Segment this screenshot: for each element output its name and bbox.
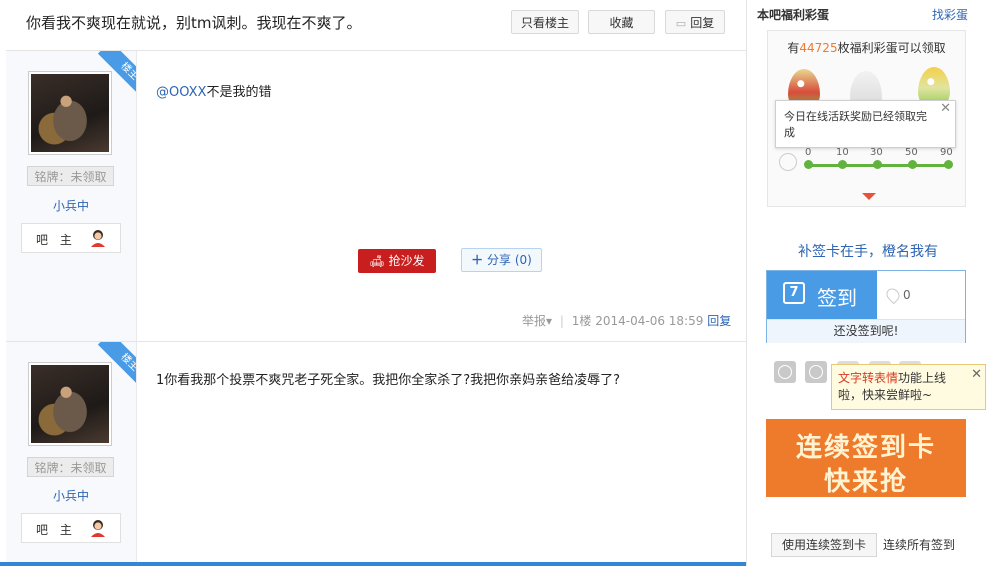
post-floor-1: 楼主 铭牌：未领取 小兵中 吧 主 @OOXX不是我的错 🛋 抢沙发 ＋ 分享 …	[6, 51, 746, 342]
avatar-image	[31, 365, 109, 443]
author-panel: 楼主 铭牌：未领取 小兵中 吧 主	[6, 342, 137, 566]
milestone-dot	[908, 160, 917, 169]
post-time: 2014-04-06 18:59	[595, 314, 704, 328]
find-egg-link[interactable]: 找彩蛋	[932, 6, 968, 23]
post-meta: 举报▾ | 1楼 2014-04-06 18:59 回复	[522, 312, 731, 329]
expand-arrow-icon[interactable]	[862, 193, 876, 200]
sofa-label: 抢沙发	[388, 254, 425, 268]
sign-card-banner[interactable]: 连续签到卡 快来抢	[766, 419, 966, 497]
only-op-button[interactable]: 只看楼主	[511, 10, 579, 34]
sign-in-button[interactable]: 7 签到	[767, 271, 877, 319]
grab-sofa-button[interactable]: 🛋 抢沙发	[358, 249, 436, 273]
user-icon	[91, 520, 105, 537]
thread-header: 你看我不爽现在就说，别tm讽刺。我现在不爽了。 只看楼主 收藏 ▭ 回复	[6, 0, 746, 51]
all-sign-label: 连续所有签到	[883, 538, 956, 552]
bottom-bar	[0, 562, 746, 566]
divider: |	[559, 314, 564, 328]
sign-in-box: 7 签到 0 还没签到呢!	[766, 270, 966, 343]
floor-number: 1楼	[571, 314, 592, 328]
post-content: @OOXX不是我的错	[156, 81, 271, 100]
share-count: (0)	[514, 253, 532, 267]
sign-in-label: 签到	[817, 286, 857, 310]
avatar[interactable]	[28, 362, 112, 446]
username-link[interactable]: 小兵中	[6, 197, 136, 214]
calendar-icon: 7	[783, 282, 805, 304]
banner-line-2: 快来抢	[823, 467, 908, 497]
egg-count-line: 有44725枚福利彩蛋可以领取	[768, 39, 965, 56]
sign-count-area: 0	[877, 271, 965, 319]
milestone-label: 50	[905, 147, 918, 158]
avatar-image	[31, 74, 109, 152]
sign-count: 0	[903, 288, 911, 302]
use-sign-card-button[interactable]: 使用连续签到卡	[771, 533, 877, 557]
report-link[interactable]: 举报	[522, 314, 546, 328]
tool-icon[interactable]	[774, 361, 796, 383]
post-text: 不是我的错	[206, 85, 272, 100]
egg-suffix: 枚福利彩蛋可以领取	[837, 41, 946, 55]
tool-icon[interactable]	[805, 361, 827, 383]
sign-status-note: 还没签到呢!	[767, 319, 965, 343]
thread-main: 你看我不爽现在就说，别tm讽刺。我现在不爽了。 只看楼主 收藏 ▭ 回复 楼主 铭…	[6, 0, 747, 566]
plus-icon: ＋	[471, 253, 484, 267]
thread-title: 你看我不爽现在就说，别tm讽刺。我现在不爽了。	[26, 14, 362, 32]
close-icon[interactable]: ✕	[971, 366, 982, 383]
post-floor-2: 楼主 铭牌：未领取 小兵中 吧 主 1你看我那个投票不爽咒老子死全家。我把你全家…	[6, 342, 746, 566]
role-tag: 吧 主	[21, 513, 121, 543]
comment-icon: ▭	[675, 17, 687, 30]
milestone-label: 90	[940, 147, 953, 158]
milestone-dot	[873, 160, 882, 169]
share-button[interactable]: ＋ 分享 (0)	[461, 248, 542, 272]
reward-tooltip-text: 今日在线活跃奖励已经领取完成	[784, 110, 927, 139]
nameplate-badge[interactable]: 铭牌：未领取	[27, 166, 114, 186]
chevron-down-icon[interactable]: ▾	[546, 314, 552, 328]
sofa-icon: 🛋	[369, 254, 385, 268]
location-pin-icon	[883, 285, 903, 305]
milestone-label: 10	[836, 147, 849, 158]
mention-link[interactable]: @OOXX	[156, 85, 206, 100]
milestone-label: 0	[805, 147, 812, 158]
role-tag: 吧 主	[21, 223, 121, 253]
milestone-dot	[944, 160, 953, 169]
avatar[interactable]	[28, 71, 112, 155]
collect-button[interactable]: 收藏	[588, 10, 655, 34]
post-reply-link[interactable]: 回复	[707, 314, 731, 328]
egg-panel: 有44725枚福利彩蛋可以领取 0 10 30 50 90 今日在线活跃奖励已经…	[767, 30, 966, 207]
feature-tip-highlight[interactable]: 文字转表情	[838, 371, 898, 385]
sidebar: 本吧福利彩蛋 找彩蛋 有44725枚福利彩蛋可以领取 0 10 30 50 90…	[747, 0, 989, 566]
share-label: 分享	[487, 253, 512, 267]
role-label: 吧 主	[36, 233, 76, 247]
feature-tip: 文字转表情功能上线啦，快来尝鲜啦~ ✕	[831, 364, 986, 410]
egg-prefix: 有	[787, 41, 800, 55]
user-icon	[91, 230, 105, 247]
milestone-dot	[838, 160, 847, 169]
author-panel: 楼主 铭牌：未领取 小兵中 吧 主	[6, 51, 137, 341]
milestone-label: 30	[870, 147, 883, 158]
reply-button[interactable]: ▭ 回复	[665, 10, 725, 34]
close-icon[interactable]: ✕	[940, 101, 951, 117]
egg-count: 44725	[799, 41, 838, 55]
username-link[interactable]: 小兵中	[6, 487, 136, 504]
post-content: 1你看我那个投票不爽咒老子死全家。我把你全家杀了?我把你亲妈亲爸给凌辱了?	[156, 373, 621, 388]
banner-line-1: 连续签到卡	[795, 433, 936, 463]
nameplate-badge[interactable]: 铭牌：未领取	[27, 457, 114, 477]
reward-tooltip: 今日在线活跃奖励已经领取完成 ✕	[775, 100, 956, 148]
egg-section-title: 本吧福利彩蛋	[757, 8, 830, 22]
sign-slogan: 补签卡在手，橙名我有	[798, 244, 938, 260]
clock-icon	[779, 153, 797, 171]
role-label: 吧 主	[36, 523, 76, 537]
reply-button-label: 回复	[690, 16, 715, 30]
milestone-dot	[804, 160, 813, 169]
